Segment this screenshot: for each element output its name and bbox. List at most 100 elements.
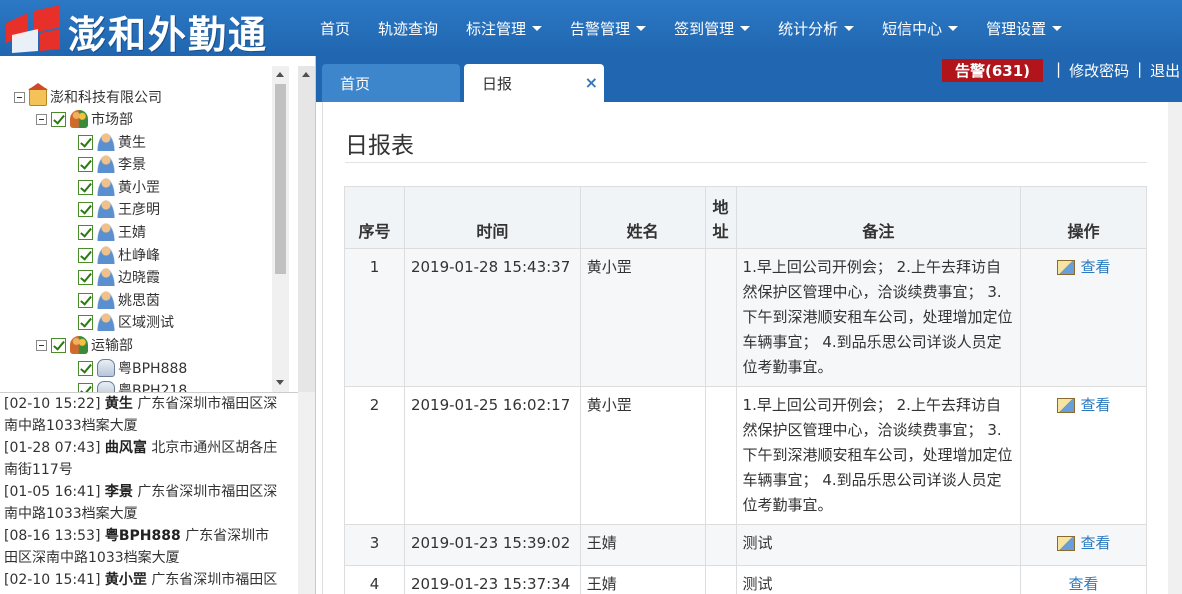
tree-node[interactable]: 姚思茵	[78, 289, 160, 311]
image-icon	[1056, 260, 1075, 275]
cell-idx: 4	[344, 565, 405, 594]
tree-node-label: 黄小罡	[118, 180, 160, 196]
checkbox[interactable]	[78, 179, 93, 195]
tree-node[interactable]: 杜峥峰	[78, 244, 160, 266]
view-link[interactable]: 查看	[1056, 393, 1111, 418]
cell-op: 查看	[1020, 524, 1147, 566]
car-icon	[97, 359, 115, 377]
close-icon[interactable]: ×	[585, 73, 598, 92]
col-idx: 序号	[344, 186, 405, 249]
change-password-link[interactable]: 修改密码	[1069, 60, 1129, 81]
report-table: 序号 时间 姓名 地址 备注 操作 1 2019-01-28 15:43:37 黄小…	[344, 186, 1147, 594]
checkbox[interactable]	[78, 360, 93, 376]
main-content: 日报表 序号 时间 姓名 地址 备注 操作 1 2019-01-28 15:43:…	[322, 102, 1168, 594]
tree-node-label: 粤BPH888	[118, 361, 188, 377]
checkbox[interactable]	[51, 337, 66, 353]
checkbox[interactable]	[78, 247, 93, 263]
cell-addr	[704, 565, 737, 594]
cell-op: 查看	[1020, 386, 1147, 525]
log-text: 田区深南中路1033档案大厦	[4, 550, 180, 566]
checkbox[interactable]	[78, 382, 93, 392]
tree-node[interactable]: 运输部	[36, 334, 133, 356]
checkbox[interactable]	[78, 314, 93, 330]
tab-daily[interactable]: 日报 ×	[464, 64, 604, 102]
col-addr: 地址	[704, 186, 737, 249]
user-icon	[97, 268, 115, 286]
tree-node[interactable]: 粤BPH218	[78, 379, 187, 392]
scroll-down-icon[interactable]	[276, 380, 284, 385]
tree-node-label: 边晓霞	[118, 270, 160, 286]
tree-scrollbar[interactable]	[272, 66, 289, 392]
collapse-icon[interactable]	[36, 339, 47, 351]
tree-node[interactable]: 王婧	[78, 221, 146, 243]
cell-addr	[704, 248, 737, 387]
col-name: 姓名	[579, 186, 706, 249]
logout-link[interactable]: 退出	[1150, 60, 1180, 81]
checkbox[interactable]	[78, 156, 93, 172]
user-icon	[97, 223, 115, 241]
log-time: [02-10 15:22]	[4, 396, 101, 412]
tree-node[interactable]: 黄生	[78, 131, 146, 153]
org-tree: 澎和科技有限公司市场部黄生李景黄小罡王彦明 王婧 杜峥峰边晓霞姚思茵 区域测试 运输部粤…	[0, 66, 290, 392]
checkbox[interactable]	[51, 111, 66, 127]
panel-scroll-up-icon[interactable]	[302, 72, 310, 77]
tree-node[interactable]: 黄小罡	[78, 176, 160, 198]
tree-node[interactable]: 区域测试	[78, 311, 174, 333]
collapse-icon[interactable]	[14, 91, 25, 103]
panel-scrollbar[interactable]	[298, 66, 315, 392]
nav-item[interactable]: 轨迹查询	[364, 18, 452, 39]
checkbox[interactable]	[78, 134, 93, 150]
scroll-thumb[interactable]	[275, 84, 286, 274]
nav-item[interactable]: 首页	[306, 18, 364, 39]
cell-name: 王婧	[579, 524, 706, 566]
log-time: [01-28 07:43]	[4, 440, 101, 456]
tree-node[interactable]: 王彦明	[78, 198, 160, 220]
log-time: [08-16 13:53]	[4, 528, 101, 544]
tree-node[interactable]: 澎和科技有限公司	[14, 83, 162, 108]
chevron-down-icon	[1052, 25, 1063, 31]
log-line: 南街117号	[0, 459, 298, 481]
nav-item[interactable]: 管理设置	[972, 18, 1076, 39]
checkbox[interactable]	[78, 224, 93, 240]
cell-time: 2019-01-28 15:43:37	[403, 248, 581, 387]
nav-item[interactable]: 标注管理	[452, 18, 556, 39]
tab-home[interactable]: 首页	[322, 64, 460, 102]
view-label: 查看	[1068, 575, 1099, 593]
page-scrollbar[interactable]	[1168, 102, 1182, 594]
cell-note: 测试	[735, 524, 1022, 566]
alert-badge[interactable]: 告警(631)	[942, 59, 1043, 82]
view-link[interactable]: 查看	[1069, 572, 1099, 594]
separator: |	[1137, 60, 1143, 78]
tree-node[interactable]: 李景	[78, 153, 146, 175]
log-time: [01-05 16:41]	[4, 484, 101, 500]
nav-item[interactable]: 告警管理	[556, 18, 660, 39]
tree-node[interactable]: 市场部	[36, 108, 133, 130]
tree-node[interactable]: 粤BPH888	[78, 357, 187, 379]
group-icon	[70, 110, 88, 128]
checkbox[interactable]	[78, 292, 93, 308]
nav-item[interactable]: 统计分析	[764, 18, 868, 39]
nav-item[interactable]: 签到管理	[660, 18, 764, 39]
checkbox[interactable]	[78, 201, 93, 217]
log-text: 广东省深圳市福田区	[151, 572, 278, 588]
log-text: 南中路1033档案大厦	[4, 418, 138, 434]
user-icon	[97, 200, 115, 218]
log-who: 黄小罡	[104, 572, 147, 588]
checkbox[interactable]	[78, 269, 93, 285]
left-panel: 澎和科技有限公司 市场部 黄生 李景 黄小罡 王彦明 王婧 杜峥峰 边晓霞 姚思茵 区域测试 运输部粤…	[0, 56, 316, 594]
tree-node[interactable]: 边晓霞	[78, 266, 160, 288]
tree-node-label: 黄生	[118, 135, 146, 151]
user-icon	[97, 246, 115, 264]
tree-node-label: 市场部	[91, 112, 133, 128]
nav-item[interactable]: 短信中心	[868, 18, 972, 39]
scroll-up-icon[interactable]	[276, 72, 284, 77]
collapse-icon[interactable]	[36, 113, 47, 125]
image-icon	[1056, 398, 1075, 413]
nav-item-label: 轨迹查询	[378, 19, 439, 38]
view-link[interactable]: 查看	[1056, 255, 1111, 280]
image-icon	[1056, 536, 1075, 551]
log-scrollbar[interactable]	[298, 392, 315, 594]
cell-name: 黄小罡	[579, 386, 706, 525]
log-text: 广东省深圳市福田区深	[137, 484, 278, 500]
view-link[interactable]: 查看	[1056, 531, 1111, 556]
